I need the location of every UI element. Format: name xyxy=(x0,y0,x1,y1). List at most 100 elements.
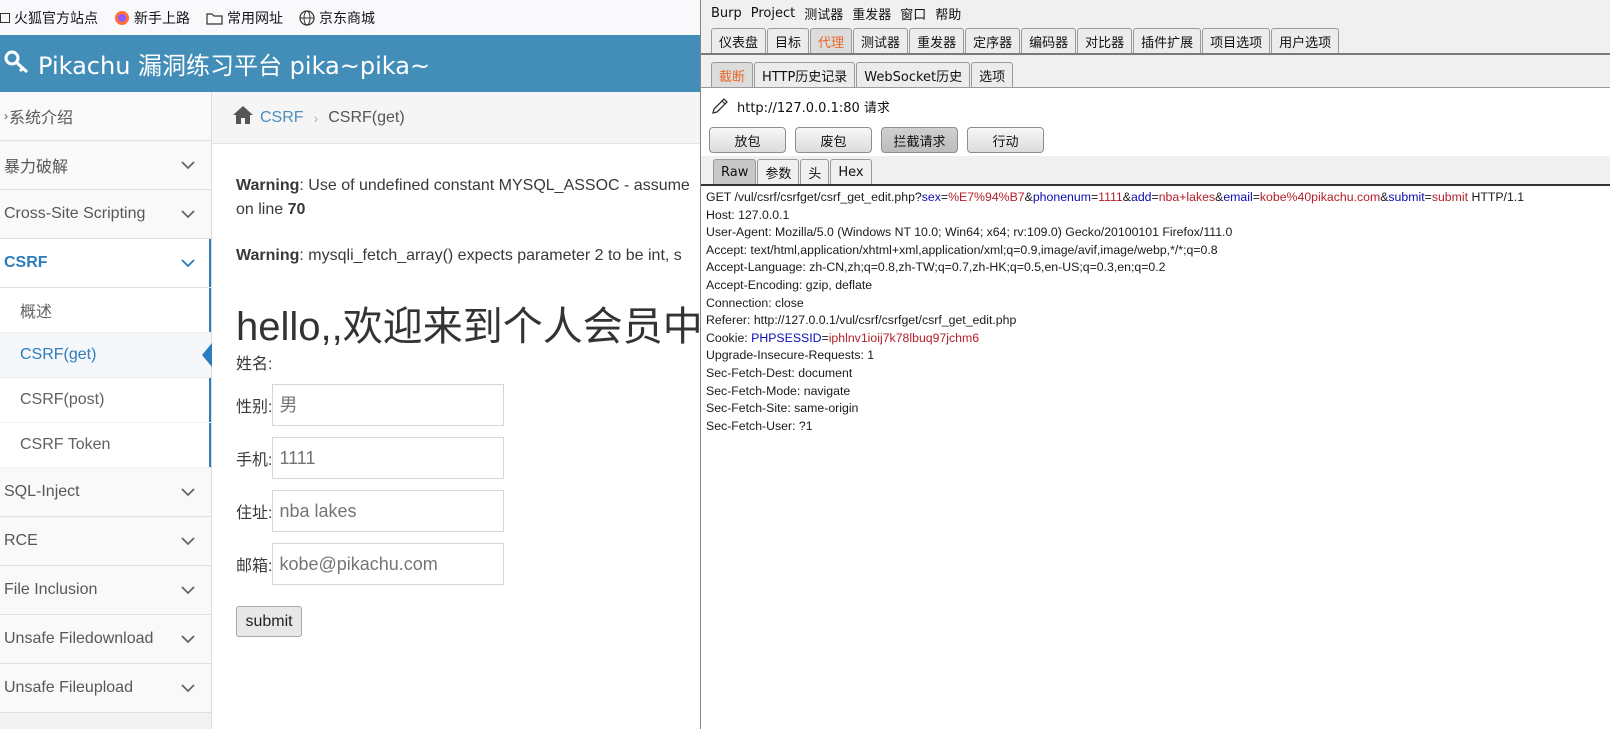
tab-params[interactable]: 参数 xyxy=(757,159,800,184)
menu-intruder[interactable]: 测试器 xyxy=(804,4,843,23)
tab-headers[interactable]: 头 xyxy=(800,159,830,184)
sidebar-item-rce[interactable]: RCE xyxy=(0,517,211,566)
tab-dashboard[interactable]: 仪表盘 xyxy=(711,28,767,53)
bookmark-label: 京东商城 xyxy=(319,10,375,27)
warning-label: Warning xyxy=(236,177,300,194)
sex-input[interactable] xyxy=(272,384,505,426)
cookie-key: PHPSESSID xyxy=(751,330,822,345)
sidebar-subitem-csrf-token[interactable]: CSRF Token xyxy=(0,423,211,468)
pencil-icon xyxy=(711,97,729,115)
sidebar-item-file-inclusion[interactable]: File Inclusion xyxy=(0,566,211,615)
request-line-suffix: HTTP/1.1 xyxy=(1468,190,1525,204)
tab-proxy[interactable]: 代理 xyxy=(810,28,853,53)
site-title[interactable]: Pikachu 漏洞练习平台 pika~pika~ xyxy=(38,46,430,81)
menu-window[interactable]: 窗口 xyxy=(900,4,926,23)
header-line: Upgrade-Insecure-Requests: 1 xyxy=(706,348,875,363)
request-line: GET /vul/csrf/csrfget/csrf_get_edit.php?… xyxy=(706,190,1525,204)
tab-raw[interactable]: Raw xyxy=(713,159,757,184)
sidebar-item-bruteforce[interactable]: 暴力破解 xyxy=(0,141,211,190)
tab-target[interactable]: 目标 xyxy=(767,28,810,53)
action-button[interactable]: 行动 xyxy=(967,127,1044,153)
tab-decoder[interactable]: 编码器 xyxy=(1021,28,1077,53)
burp-menubar: Burp Project 测试器 重发器 窗口 帮助 xyxy=(701,0,1610,26)
param-key: submit xyxy=(1388,190,1425,204)
message-view-tabs: Raw 参数 头 Hex xyxy=(701,156,1610,186)
sidebar-subitem-csrf-post[interactable]: CSRF(post) xyxy=(0,378,211,423)
sidebar-subitem-label: 概述 xyxy=(20,304,53,321)
sidebar-subitem-label: CSRF(post) xyxy=(20,391,105,408)
cookie-line: Cookie: PHPSESSID=iphlnv1ioij7k78lbuq97j… xyxy=(706,330,980,345)
sidebar-item-label: Unsafe Fileupload xyxy=(4,679,133,696)
selection-pointer xyxy=(202,343,212,367)
submit-button[interactable]: submit xyxy=(236,606,302,637)
bookmark-item[interactable]: 新手上路 xyxy=(114,8,190,28)
warning-line-prefix: on line xyxy=(236,201,288,218)
sidebar-item-label: CSRF xyxy=(4,254,48,271)
sidebar-subitem-csrf-get[interactable]: CSRF(get) xyxy=(0,333,212,378)
sidebar-item-label: File Inclusion xyxy=(4,581,98,598)
header-line: Sec-Fetch-Mode: navigate xyxy=(706,383,851,398)
cookie-prefix: Cookie: xyxy=(706,330,752,345)
phone-input[interactable] xyxy=(272,437,505,479)
tab-intruder[interactable]: 测试器 xyxy=(853,28,909,53)
tab-hex[interactable]: Hex xyxy=(830,159,872,184)
tab-options[interactable]: 选项 xyxy=(971,62,1014,87)
form-row-phone: 手机: xyxy=(236,437,505,479)
param-value: submit xyxy=(1431,190,1469,204)
bookmark-label: 新手上路 xyxy=(134,10,190,27)
home-icon[interactable] xyxy=(232,105,254,130)
tab-repeater[interactable]: 重发器 xyxy=(909,28,965,53)
sidebar-subitem-overview[interactable]: 概述 xyxy=(0,288,211,333)
sidebar-item-label: RCE xyxy=(4,532,38,549)
tab-websocket-history[interactable]: WebSocket历史 xyxy=(856,62,971,87)
menu-project[interactable]: Project xyxy=(751,6,795,21)
param-value: nba+lakes xyxy=(1158,190,1216,204)
drop-button[interactable]: 废包 xyxy=(795,127,872,153)
tab-http-history[interactable]: HTTP历史记录 xyxy=(754,62,856,87)
sidebar-item-intro[interactable]: › 系统介绍 xyxy=(0,92,211,141)
sidebar-subitem-label: CSRF(get) xyxy=(20,346,97,363)
warning-line-number: 70 xyxy=(287,201,306,218)
chevron-down-icon xyxy=(181,206,195,224)
address-input[interactable] xyxy=(272,490,505,532)
sidebar-item-label: 暴力破解 xyxy=(4,159,69,176)
warning-label: Warning xyxy=(236,247,300,264)
tab-user-options[interactable]: 用户选项 xyxy=(1271,28,1340,53)
request-line-prefix: GET /vul/csrf/csrfget/csrf_get_edit.php? xyxy=(706,190,922,204)
burp-main-tabs: 仪表盘 目标 代理 测试器 重发器 定序器 编码器 对比器 插件扩展 项目选项 … xyxy=(701,26,1610,55)
intercept-toggle-button[interactable]: 拦截请求 xyxy=(881,127,958,153)
php-warning: Warning: mysqli_fetch_array() expects pa… xyxy=(236,244,682,268)
header-line: Sec-Fetch-User: ?1 xyxy=(706,418,813,433)
tab-comparer[interactable]: 对比器 xyxy=(1077,28,1133,53)
email-input[interactable] xyxy=(272,543,505,585)
forward-button[interactable]: 放包 xyxy=(709,127,786,153)
bookmark-item[interactable]: 常用网址 xyxy=(206,8,283,28)
menu-burp[interactable]: Burp xyxy=(711,6,742,21)
sidebar-item-file-download[interactable]: Unsafe Filedownload xyxy=(0,615,211,664)
burp-proxy-tabs: 截断 HTTP历史记录 WebSocket历史 选项 xyxy=(701,55,1610,88)
active-indicator xyxy=(209,423,211,467)
tab-project-options[interactable]: 项目选项 xyxy=(1202,28,1271,53)
sidebar-item-file-upload[interactable]: Unsafe Fileupload xyxy=(0,664,211,713)
tab-extender[interactable]: 插件扩展 xyxy=(1133,28,1202,53)
param-value: kobe%40pikachu.com xyxy=(1259,190,1381,204)
breadcrumb-link[interactable]: CSRF xyxy=(260,109,304,127)
bookmark-label: 火狐官方站点 xyxy=(14,10,98,27)
menu-repeater[interactable]: 重发器 xyxy=(852,4,891,23)
bookmark-item[interactable]: 京东商城 xyxy=(299,8,375,28)
raw-request-editor[interactable]: GET /vul/csrf/csrfget/csrf_get_edit.php?… xyxy=(701,186,1610,435)
chevron-down-icon xyxy=(181,533,195,551)
sidebar-item-csrf[interactable]: CSRF xyxy=(0,239,211,288)
sidebar-item-sqli[interactable]: SQL-Inject xyxy=(0,468,211,517)
tab-sequencer[interactable]: 定序器 xyxy=(965,28,1021,53)
header-line: Accept-Encoding: gzip, deflate xyxy=(706,277,873,292)
form-row-email: 邮箱: xyxy=(236,543,505,585)
bookmark-item[interactable]: 火狐官方站点 xyxy=(0,8,98,28)
sidebar-item-xss[interactable]: Cross-Site Scripting xyxy=(0,190,211,239)
menu-help[interactable]: 帮助 xyxy=(935,4,961,23)
field-label: 住址: xyxy=(236,505,273,522)
tab-intercept[interactable]: 截断 xyxy=(711,62,754,87)
param-key: sex xyxy=(921,190,941,204)
checkbox-icon xyxy=(0,12,10,24)
param-value: %E7%94%B7 xyxy=(948,190,1025,204)
